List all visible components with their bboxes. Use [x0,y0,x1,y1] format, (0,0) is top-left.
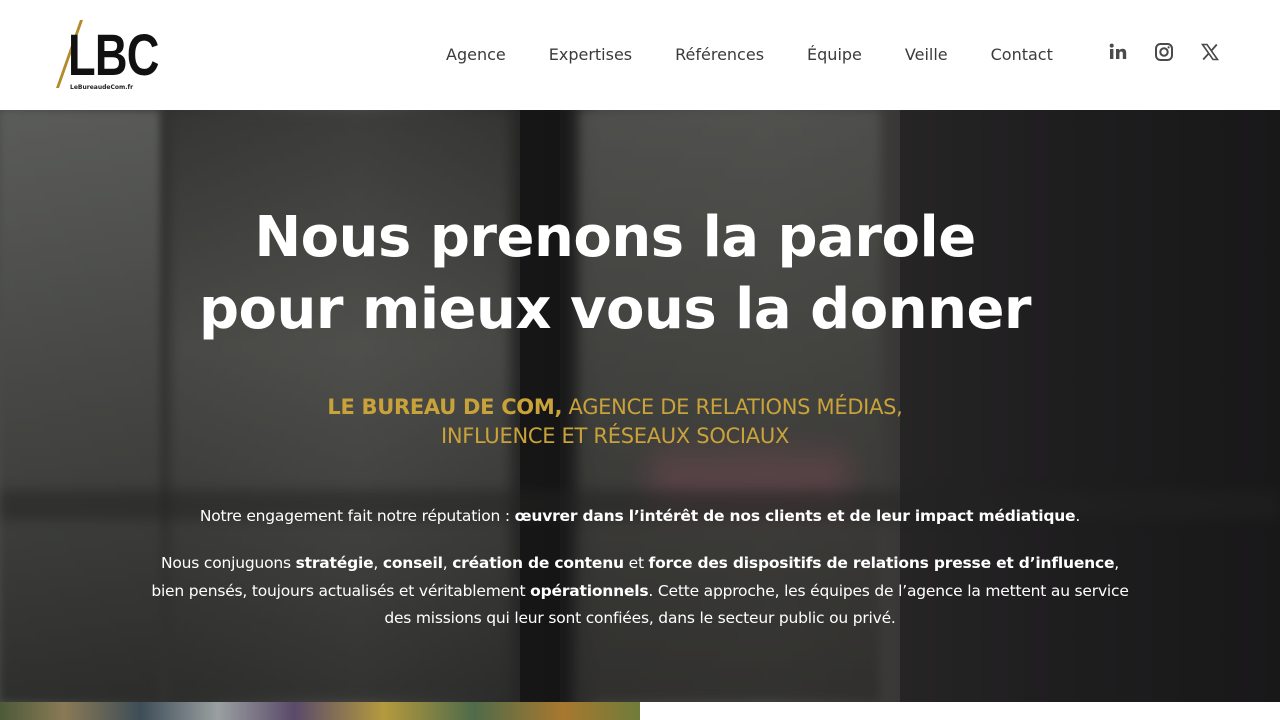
nav-item-expertises[interactable]: Expertises [549,44,632,66]
hero-subtitle: LE BUREAU DE COM, AGENCE DE RELATIONS MÉ… [0,393,1230,451]
nav-item-equipe[interactable]: Équipe [807,44,862,66]
site-header: LBC LeBureaudeCom.fr Agence Expertises R… [0,0,1280,110]
logo-subtext: LeBureaudeCom.fr [70,84,134,91]
hero-title-line1: Nous prenons la parole [254,205,976,270]
nav-item-veille[interactable]: Veille [905,44,948,66]
hero-paragraph-engagement: Notre engagement fait notre réputation :… [199,507,1081,525]
nav-item-agence[interactable]: Agence [446,44,506,66]
hero-section: Nous prenons la parole pour mieux vous l… [0,110,1280,702]
linkedin-icon[interactable] [1106,40,1132,66]
x-icon[interactable] [1198,40,1224,66]
nav-item-contact[interactable]: Contact [991,44,1053,66]
bottom-panel [640,702,1280,720]
instagram-icon[interactable] [1152,40,1178,66]
hero-title-line2: pour mieux vous la donner [198,277,1032,342]
hero-subtitle-rest: AGENCE DE RELATIONS MÉDIAS, [562,395,903,419]
nav-item-references[interactable]: Références [675,44,764,66]
logo-text: LBC [68,23,159,88]
main-nav: Agence Expertises Références Équipe Veil… [430,44,1096,66]
hero-subtitle-brand: LE BUREAU DE COM, [327,395,563,419]
hero-paragraph-approach: Nous conjuguons stratégie, conseil, créa… [151,554,1129,627]
logo[interactable]: LBC LeBureaudeCom.fr [52,18,159,94]
graffiti-image [0,702,640,720]
hero-title: Nous prenons la parole pour mieux vous l… [0,202,1230,346]
hero-subtitle-line2: INFLUENCE ET RÉSEAUX SOCIAUX [440,424,790,448]
